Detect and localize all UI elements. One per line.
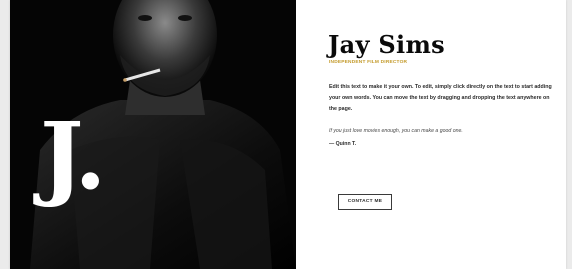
quote-author[interactable]: — Quinn T. [329, 141, 356, 147]
hero-photo: J. [10, 0, 296, 269]
page-canvas: J. Jay Sims INDEPENDENT FILM DIRECTOR Ed… [10, 0, 566, 269]
subtitle-role[interactable]: INDEPENDENT FILM DIRECTOR [329, 60, 407, 65]
monogram: J. [40, 102, 106, 210]
bio-text[interactable]: Edit this text to make it your own. To e… [329, 82, 557, 115]
quote-text[interactable]: If you just love movies enough, you can … [329, 128, 463, 134]
page-title[interactable]: Jay Sims [328, 30, 445, 59]
contact-button[interactable]: CONTACT ME [338, 194, 392, 210]
